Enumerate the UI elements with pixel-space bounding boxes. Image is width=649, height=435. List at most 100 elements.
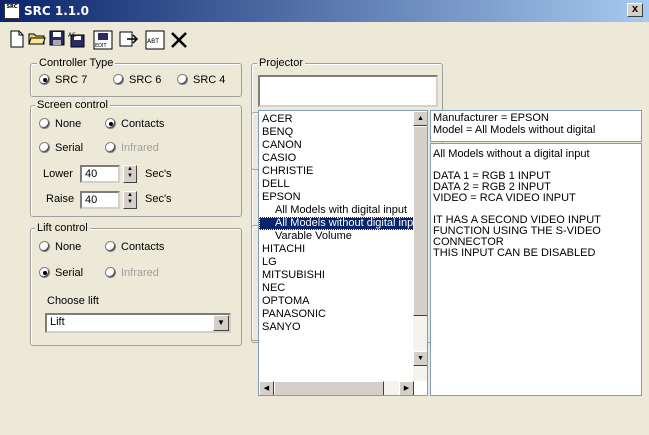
chevron-down-icon[interactable]: ▼ (213, 315, 229, 331)
screen-control-group: Screen control None Contacts Serial Infr… (30, 99, 242, 217)
raise-spinner[interactable]: ▲ ▼ (123, 191, 137, 209)
screen-radio-contacts[interactable]: Contacts (105, 118, 164, 130)
list-item[interactable]: NEC (259, 282, 414, 295)
lift-radio-none[interactable]: None (39, 241, 81, 253)
projector-legend: Projector (257, 57, 306, 69)
radio-src4[interactable]: SRC 4 (177, 74, 225, 86)
list-item[interactable]: CANON (259, 139, 414, 152)
radio-dot (39, 241, 50, 252)
radio-dot (105, 142, 116, 153)
edit-icon[interactable]: EDIT (92, 28, 114, 50)
radio-dot (39, 118, 50, 129)
list-item[interactable]: CASIO (259, 152, 414, 165)
list-item[interactable]: SANYO (259, 321, 414, 334)
lift-radio-serial[interactable]: Serial (39, 267, 83, 279)
radio-dot (177, 74, 188, 85)
lift-control-legend: Lift control (35, 222, 90, 234)
list-item[interactable]: BENQ (259, 126, 414, 139)
radio-label: Infrared (121, 267, 159, 279)
radio-label: SRC 6 (129, 74, 162, 86)
list-item[interactable]: MITSUBISHI (259, 269, 414, 282)
manufacturer-text: Manufacturer = EPSON (433, 112, 549, 124)
projector-list[interactable]: ACER BENQ CANON CASIO CHRISTIE DELL EPSON All M… (258, 110, 428, 396)
lower-label: Lower (43, 168, 73, 180)
radio-dot (105, 241, 116, 252)
controller-type-group: Controller Type SRC 7 SRC 6 SRC 4 (30, 57, 242, 97)
save-as-icon[interactable]: AS (66, 28, 88, 50)
svg-text:ABT: ABT (147, 38, 159, 45)
screen-radio-serial[interactable]: Serial (39, 142, 83, 154)
scroll-left-icon[interactable]: ◀ (259, 381, 274, 395)
scroll-down-icon[interactable]: ▼ (413, 351, 427, 366)
list-item[interactable]: CHRISTIE (259, 165, 414, 178)
radio-label: Serial (55, 142, 84, 154)
lower-spinner[interactable]: ▲ ▼ (123, 165, 137, 183)
choose-lift-value: Lift (50, 316, 65, 328)
window-close-button[interactable]: x (627, 3, 643, 17)
lift-radio-infrared: Infrared (105, 267, 159, 279)
raise-label: Raise (46, 193, 75, 205)
list-item[interactable]: All Models without digital input (259, 217, 422, 230)
radio-dot (39, 74, 50, 85)
vertical-scrollbar[interactable]: ▲ ▼ (413, 111, 427, 381)
radio-label: None (55, 241, 82, 253)
lift-radio-contacts[interactable]: Contacts (105, 241, 164, 253)
window-title: SRC 1.1.0 (24, 4, 90, 18)
list-item[interactable]: PANASONIC (259, 308, 414, 321)
lift-control-group: Lift control None Contacts Serial Infrar… (30, 222, 242, 346)
scroll-up-icon[interactable]: ▲ (413, 111, 427, 126)
close-x-icon[interactable] (168, 28, 190, 50)
list-item[interactable]: ACER (259, 113, 414, 126)
projector-description: All Models without a digital input DATA … (430, 143, 642, 396)
model-text: Model = All Models without digital (433, 124, 596, 136)
choose-lift-label: Choose lift (47, 295, 99, 307)
projector-selection-box (258, 75, 438, 107)
list-item[interactable]: EPSON (259, 191, 414, 204)
app-icon: SRC (4, 3, 20, 19)
radio-label: Serial (55, 267, 84, 279)
radio-dot (39, 267, 50, 278)
radio-dot (105, 267, 116, 278)
scroll-right-icon[interactable]: ▶ (399, 381, 414, 395)
radio-dot (39, 142, 50, 153)
scroll-thumb[interactable] (413, 126, 427, 316)
list-item[interactable]: DELL (259, 178, 414, 191)
raise-unit-label: Sec's (145, 193, 172, 205)
open-folder-icon[interactable] (26, 28, 48, 50)
controller-type-legend: Controller Type (37, 57, 116, 69)
radio-label: SRC 7 (55, 74, 88, 86)
svg-text:AS: AS (68, 32, 76, 39)
list-item[interactable]: LG (259, 256, 414, 269)
radio-label: None (55, 118, 82, 130)
new-file-icon[interactable] (6, 28, 28, 50)
radio-label: Infrared (121, 142, 159, 154)
projector-info-header: Manufacturer = EPSON Model = All Models … (430, 110, 642, 142)
screen-radio-infrared: Infrared (105, 142, 159, 154)
radio-label: Contacts (121, 118, 165, 130)
screen-control-legend: Screen control (35, 99, 110, 111)
svg-text:EDIT: EDIT (95, 43, 107, 49)
radio-label: Contacts (121, 241, 165, 253)
radio-label: SRC 4 (193, 74, 226, 86)
list-item[interactable]: All Models with digital input (259, 204, 414, 217)
list-item[interactable]: HITACHI (259, 243, 414, 256)
export-icon[interactable] (118, 28, 140, 50)
list-item[interactable]: OPTOMA (259, 295, 414, 308)
description-text: All Models without a digital input DATA … (433, 148, 601, 259)
hscroll-thumb[interactable] (274, 381, 384, 395)
radio-src7[interactable]: SRC 7 (39, 74, 87, 86)
radio-dot (105, 118, 116, 129)
horizontal-scrollbar[interactable]: ◀ ▶ (259, 381, 414, 395)
projector-list-items: ACER BENQ CANON CASIO CHRISTIE DELL EPSON All M… (259, 113, 422, 334)
list-item[interactable]: Varable Volume (259, 230, 414, 243)
radio-src6[interactable]: SRC 6 (113, 74, 161, 86)
screen-radio-none[interactable]: None (39, 118, 81, 130)
title-bar: SRC SRC 1.1.0 x (0, 0, 649, 22)
about-icon[interactable]: ABT (144, 28, 166, 50)
save-icon[interactable] (46, 28, 68, 50)
lower-input[interactable] (80, 165, 120, 183)
raise-input[interactable] (80, 191, 120, 209)
choose-lift-select[interactable]: Lift ▼ (45, 313, 231, 333)
lower-unit-label: Sec's (145, 168, 172, 180)
radio-dot (113, 74, 124, 85)
